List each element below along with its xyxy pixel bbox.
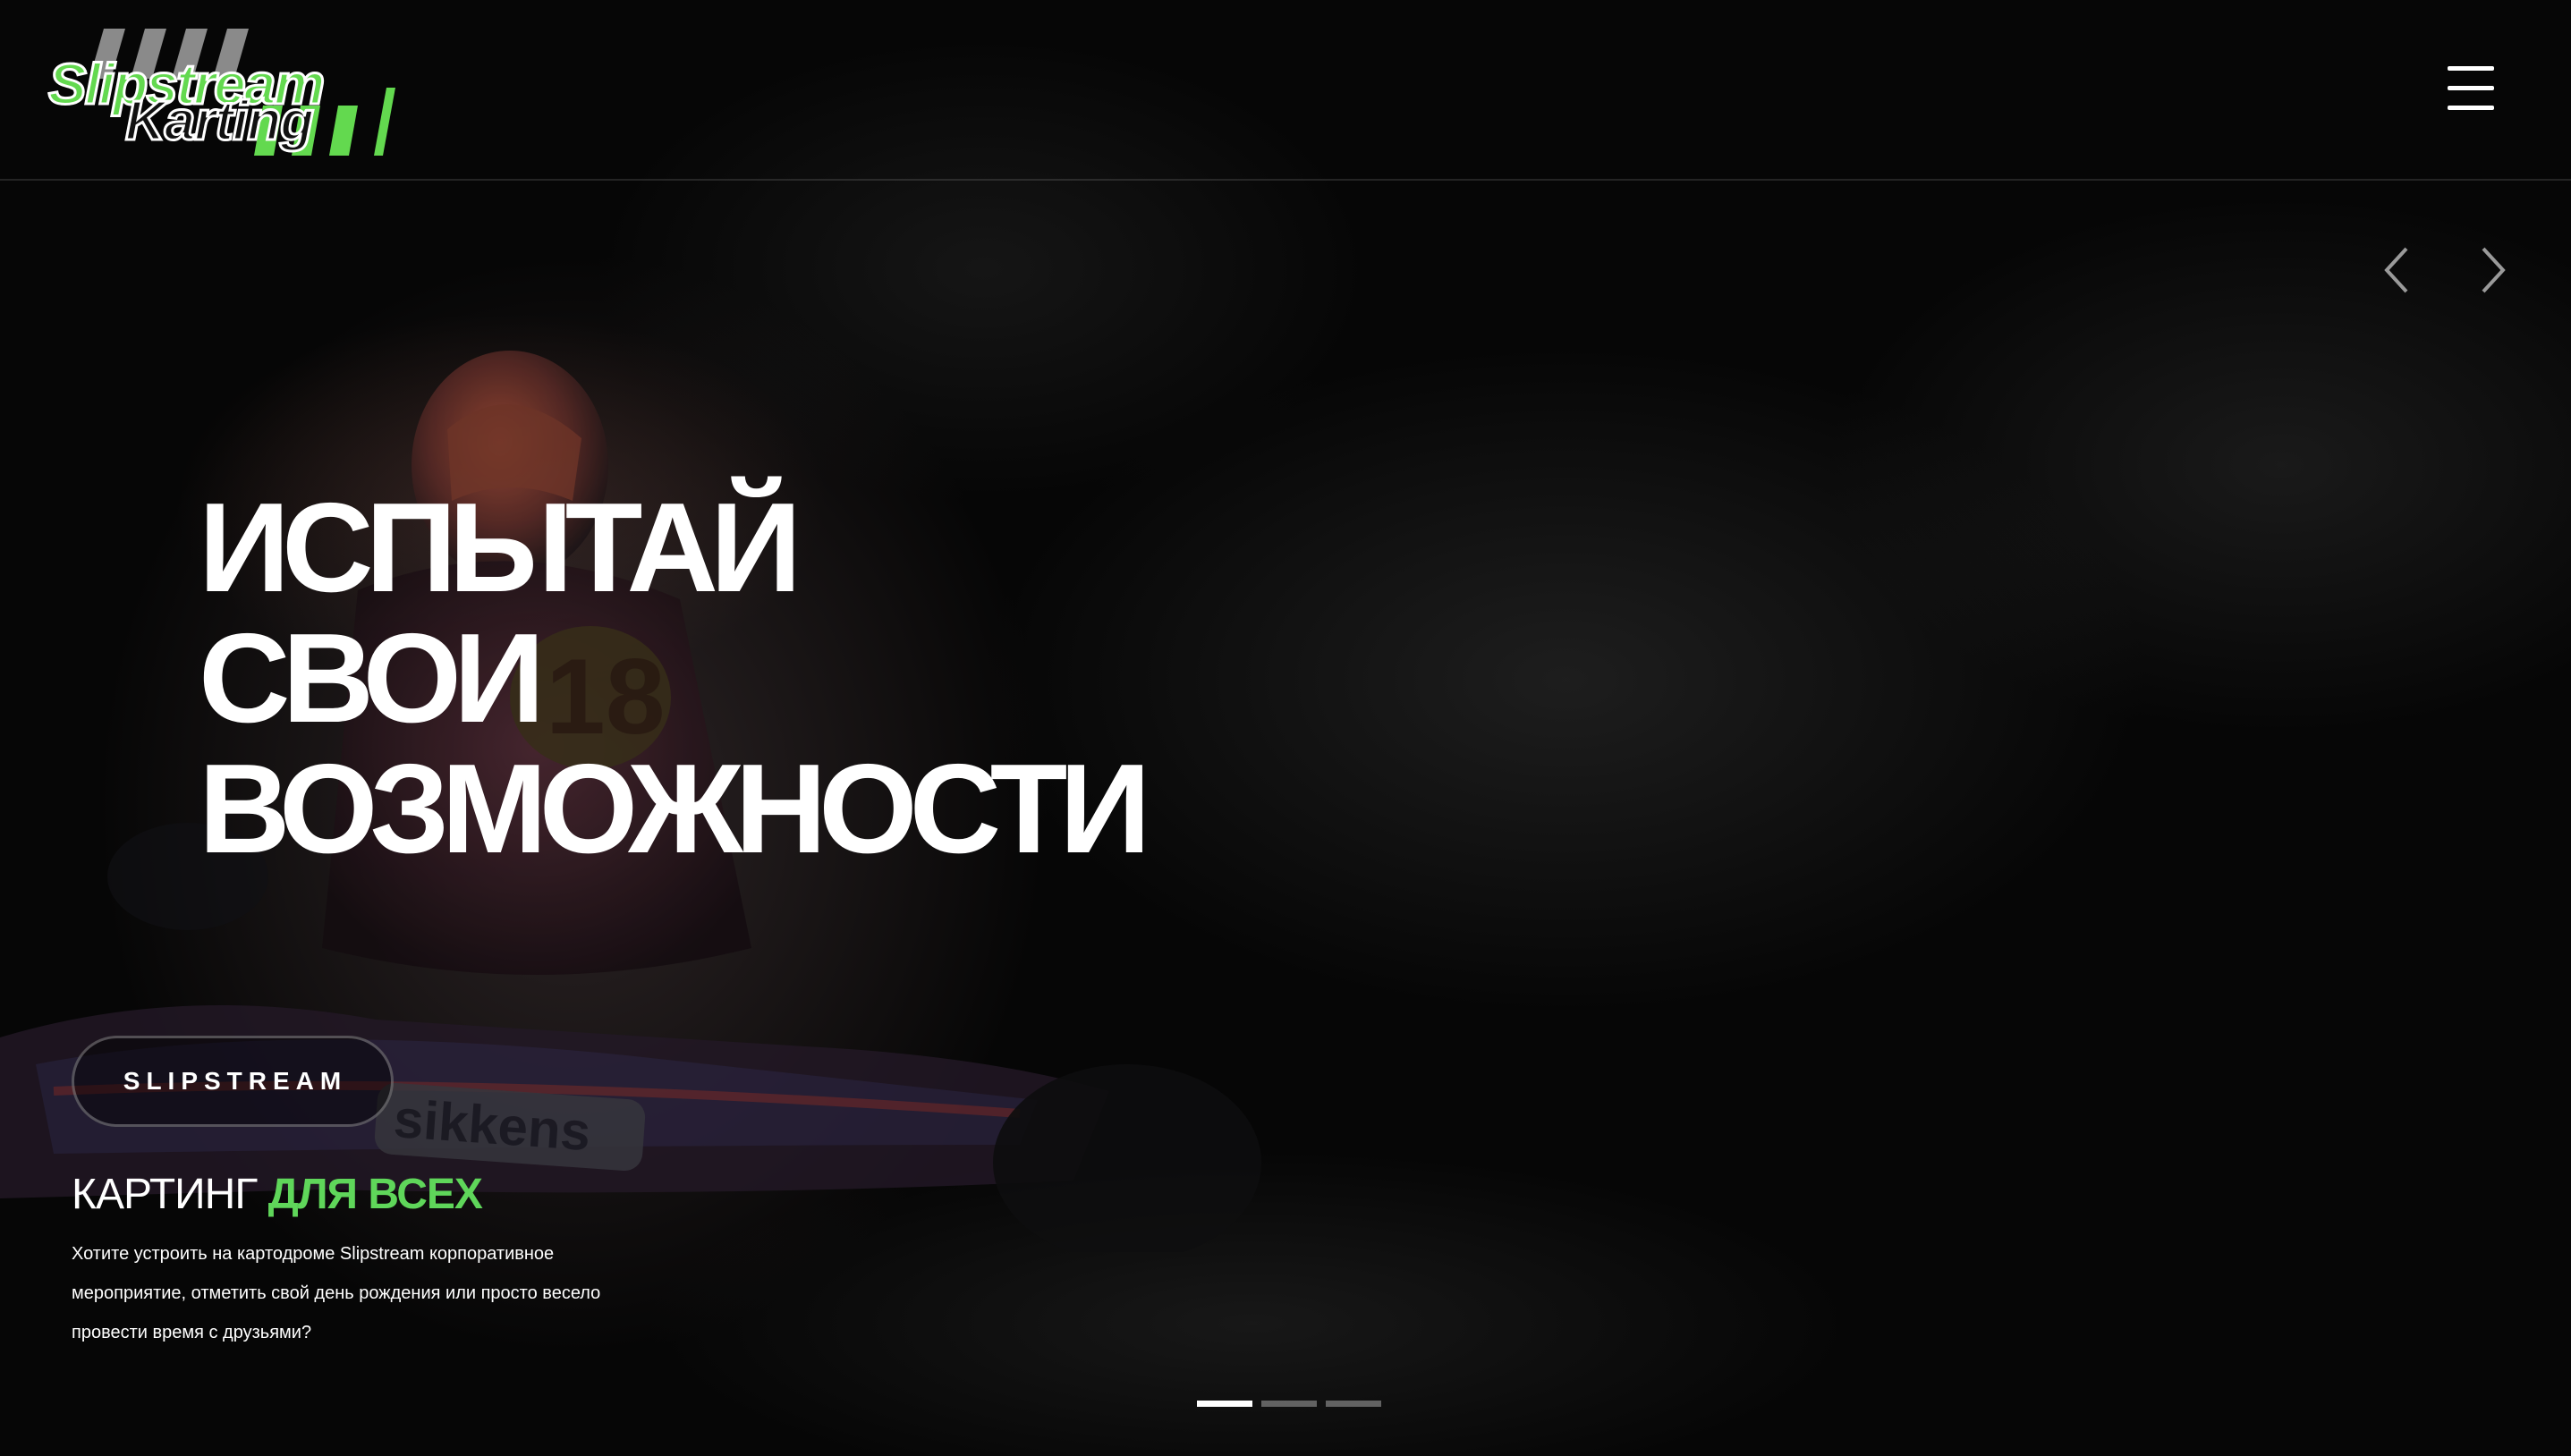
slider-pagination [1197, 1401, 1381, 1408]
headline-line: ВОЗМОЖНОСТИ [199, 738, 1150, 880]
logo-line2: Karting [125, 90, 313, 152]
header-divider [0, 179, 2571, 181]
hamburger-menu-icon[interactable] [2444, 64, 2498, 113]
headline-line: ИСПЫТАЙ [199, 477, 802, 619]
hero-page: 18 sikkens Slipstream Karting ИСПЫТАЙ СВ… [0, 0, 2571, 1456]
slipstream-button[interactable]: SLIPSTREAM [72, 1036, 394, 1127]
slide-dot-3[interactable] [1326, 1401, 1381, 1407]
slide-dot-2[interactable] [1261, 1401, 1317, 1407]
subtitle-plain: КАРТИНГ [72, 1171, 258, 1218]
subtitle-accent: ДЛЯ ВСЕХ [267, 1171, 483, 1218]
chevron-right-icon[interactable] [2473, 241, 2516, 299]
headline-line: СВОИ [199, 607, 545, 749]
slipstream-karting-logo[interactable]: Slipstream Karting [39, 25, 424, 159]
chevron-left-icon[interactable] [2374, 241, 2417, 299]
hero-headline: ИСПЫТАЙ СВОИ ВОЗМОЖНОСТИ [199, 477, 1150, 880]
hero-description: Хотите устроить на картодроме Slipstream… [72, 1244, 601, 1342]
slide-dot-1[interactable] [1197, 1401, 1252, 1407]
hero-subtitle: КАРТИНГ ДЛЯ ВСЕХ [72, 1168, 483, 1222]
